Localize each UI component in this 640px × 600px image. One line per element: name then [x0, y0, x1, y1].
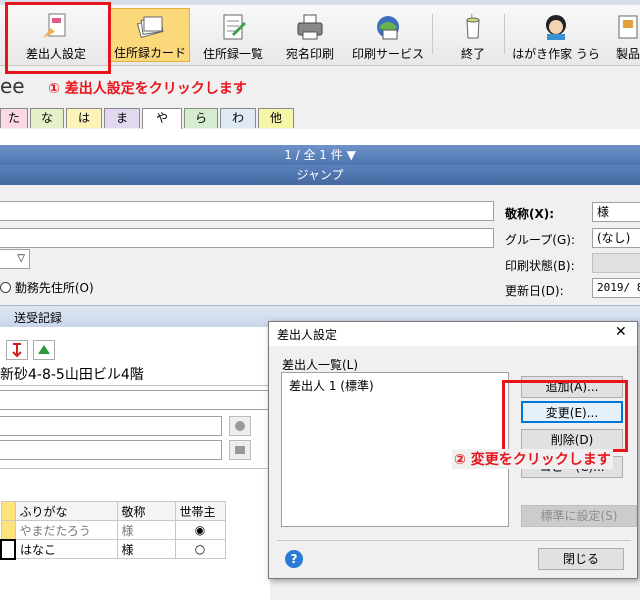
address-list-label: 住所録一覧: [202, 47, 263, 61]
record-navigator[interactable]: 1 / 全 1 件 ▼: [0, 145, 640, 165]
address-card-label: 住所録カード: [113, 46, 186, 60]
sender-list-label: 差出人一覧(L): [282, 358, 359, 372]
table-header-row: ふりがな 敬称 世帯主: [0, 501, 226, 521]
honorific-field[interactable]: 様: [592, 202, 640, 222]
kana-tab-ya[interactable]: や: [142, 108, 182, 129]
honorific-label: 敬称(X):: [505, 207, 555, 221]
annotation-step-2: ② 変更をクリックします: [452, 449, 613, 469]
address-list-button[interactable]: 住所録一覧: [198, 8, 268, 62]
divider: [0, 385, 270, 386]
furigana-field[interactable]: [0, 228, 494, 248]
address-value: 新砂4-8-5山田ビル4階: [0, 367, 144, 383]
address-card-button[interactable]: 住所録カード: [110, 8, 190, 62]
kana-tab-na[interactable]: な: [30, 108, 64, 128]
work-address-label: 勤務先住所(O): [14, 281, 94, 295]
exit-label: 終了: [460, 47, 485, 61]
head-radio[interactable]: ○: [174, 539, 226, 559]
jump-label: ジャンプ: [296, 168, 344, 182]
kana-tab-other[interactable]: 他: [258, 108, 294, 128]
hagaki-sakka-button[interactable]: はがき作家 うら: [512, 8, 600, 62]
close-button[interactable]: 閉じる: [538, 548, 624, 570]
print-address-label: 宛名印刷: [285, 47, 334, 61]
section-title: 送受記録: [14, 311, 63, 325]
col-honorific: 敬称: [116, 501, 176, 521]
row-marker: [0, 520, 16, 540]
kana-tab-ha[interactable]: は: [66, 108, 102, 128]
help-icon[interactable]: ?: [285, 550, 303, 568]
print-service-icon: [373, 12, 403, 42]
kana-tab-ma[interactable]: ま: [104, 108, 140, 128]
dialog-divider: [277, 540, 631, 541]
fax-icon: [235, 446, 245, 454]
print-service-button[interactable]: 印刷サービス: [350, 8, 426, 62]
address-card-icon: [135, 11, 165, 41]
print-status-field: [592, 253, 640, 273]
kana-tab-wa[interactable]: わ: [220, 108, 256, 128]
dialog-titlebar: 差出人設定 ✕: [269, 322, 637, 346]
cell-furigana[interactable]: やまだたろう: [14, 520, 118, 540]
radio-icon: [0, 282, 11, 293]
print-service-label: 印刷サービス: [351, 47, 424, 61]
printer-icon: [295, 12, 325, 42]
sort-green-button[interactable]: [33, 340, 55, 360]
address2-field[interactable]: [0, 390, 270, 410]
row-marker-header: [0, 501, 16, 521]
kana-tab-ta[interactable]: た: [0, 108, 28, 128]
annotation-step-1: ① 差出人設定をクリックします: [48, 81, 247, 97]
green-arrow-icon: [38, 345, 50, 354]
family-table: ふりがな 敬称 世帯主 やまだたろう 様 ◉ はなこ 様 ○: [0, 501, 226, 560]
updated-label: 更新日(D):: [505, 284, 564, 298]
product-label: 製品: [615, 47, 640, 61]
name-field[interactable]: [0, 201, 494, 221]
group-label: グループ(G):: [505, 233, 575, 247]
updated-date-field[interactable]: 2019/ 8 /: [592, 278, 640, 298]
exit-button[interactable]: 終了: [448, 8, 498, 62]
fax-field[interactable]: [0, 440, 222, 460]
radio-empty-icon: ○: [194, 542, 206, 556]
chevron-down-icon: ▽: [17, 253, 25, 264]
hagaki-sakka-icon: [541, 12, 571, 42]
col-furigana: ふりがな: [14, 501, 118, 521]
phone-icon: [235, 421, 245, 431]
hagaki-sakka-label: はがき作家 うら: [512, 47, 600, 61]
head-radio-selected[interactable]: ◉: [174, 520, 226, 540]
set-default-button[interactable]: 標準に設定(S): [521, 505, 637, 527]
phone-field[interactable]: [0, 416, 222, 436]
phone-button[interactable]: [229, 416, 251, 436]
close-icon[interactable]: ✕: [615, 324, 627, 340]
cell-honorific[interactable]: 様: [116, 520, 176, 540]
kana-tab-ra[interactable]: ら: [184, 108, 218, 128]
col-head: 世帯主: [174, 501, 226, 521]
jump-bar[interactable]: ジャンプ: [0, 165, 640, 185]
row-marker: [0, 538, 16, 560]
list-item[interactable]: 差出人 1 (標準): [289, 377, 374, 394]
tab-gap: [0, 129, 640, 145]
group-field[interactable]: (なし): [592, 228, 640, 248]
record-count-text: 1 / 全 1 件 ▼: [284, 148, 356, 162]
product-button[interactable]: 製品: [608, 8, 640, 62]
dialog-title: 差出人設定: [277, 328, 338, 342]
annotation-highlight-2: [502, 380, 628, 452]
product-icon: [613, 12, 640, 42]
dropdown-field[interactable]: ▽: [0, 249, 30, 269]
radio-checked-icon: ◉: [194, 523, 206, 537]
fax-button[interactable]: [229, 440, 251, 460]
exit-cup-icon: [458, 12, 488, 42]
table-row[interactable]: やまだたろう 様 ◉: [0, 520, 226, 540]
annotation-highlight-1: [5, 2, 111, 74]
toolbar-separator: [432, 14, 433, 54]
cell-furigana[interactable]: はなこ: [14, 539, 118, 559]
cell-honorific[interactable]: 様: [116, 539, 176, 559]
print-address-button[interactable]: 宛名印刷: [280, 8, 340, 62]
print-status-label: 印刷状態(B):: [505, 259, 575, 273]
sort-red-button[interactable]: [6, 340, 28, 360]
divider: [0, 468, 270, 469]
address-list-icon: [218, 12, 248, 42]
work-address-radio[interactable]: 勤務先住所(O): [0, 279, 94, 296]
table-row[interactable]: はなこ 様 ○: [0, 538, 226, 560]
card-name-fragment: ee: [0, 74, 25, 98]
red-arrow-icon: [12, 343, 22, 358]
kana-index-tabs: た な は ま や ら わ 他: [0, 108, 640, 129]
toolbar-separator: [504, 14, 505, 54]
